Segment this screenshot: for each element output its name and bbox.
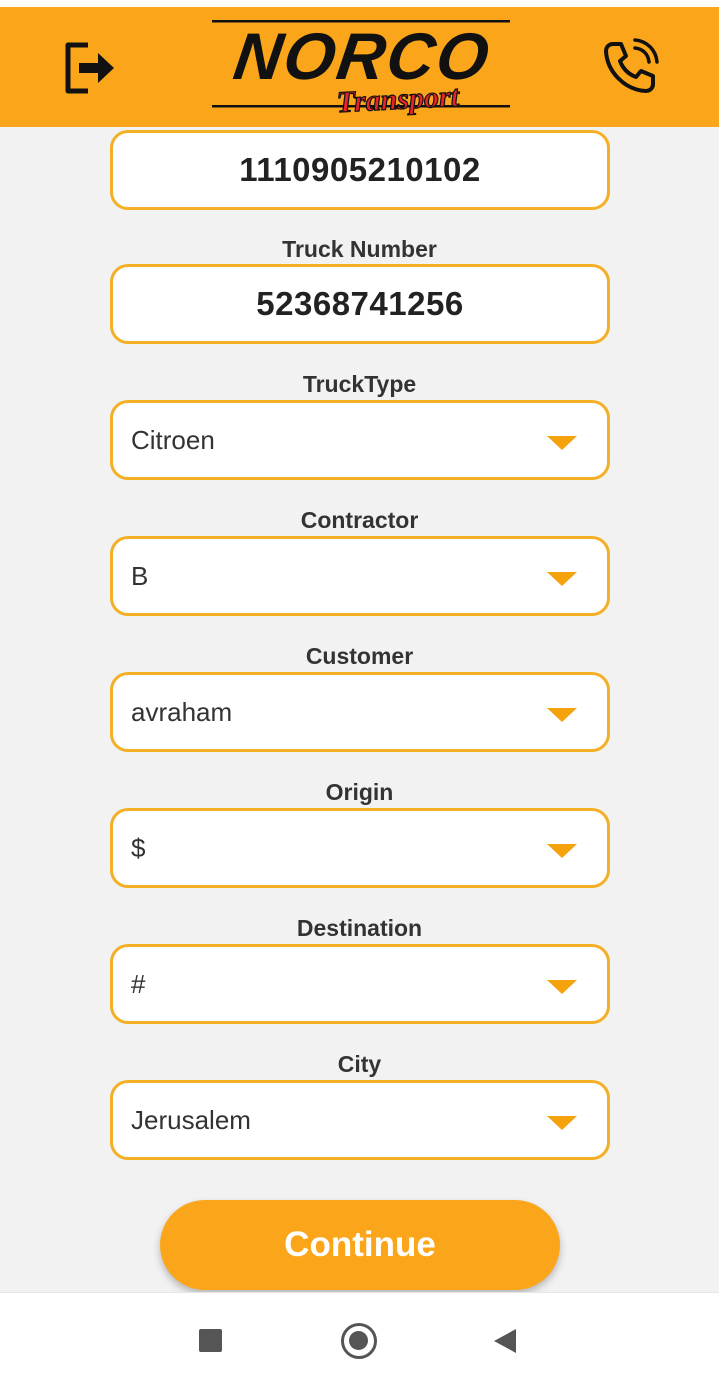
id-number-field[interactable]: 1110905210102 (110, 130, 610, 210)
chevron-down-icon (547, 980, 577, 994)
contractor-dropdown[interactable]: B (110, 536, 610, 616)
contractor-label: Contractor (300, 507, 419, 533)
norco-logo: NORCO Transport (208, 17, 512, 120)
customer-dropdown[interactable]: avraham (110, 672, 610, 752)
chevron-down-icon (547, 1116, 577, 1130)
system-nav-bar (0, 1292, 719, 1387)
call-button[interactable] (598, 35, 662, 99)
svg-text:Transport: Transport (336, 80, 461, 117)
destination-value: # (131, 968, 146, 999)
logout-button[interactable] (56, 35, 120, 99)
origin-dropdown[interactable]: $ (110, 808, 610, 888)
recents-icon[interactable] (199, 1329, 222, 1352)
truck-type-dropdown[interactable]: Citroen (110, 400, 610, 480)
chevron-down-icon (547, 436, 577, 450)
truck-number-value: 52368741256 (256, 285, 464, 322)
city-value: Jerusalem (131, 1104, 251, 1135)
truck-number-label: Truck Number (282, 236, 437, 262)
chevron-down-icon (547, 708, 577, 722)
id-number-value: 1110905210102 (239, 151, 481, 188)
origin-label: Origin (325, 779, 394, 805)
phone-icon (604, 38, 659, 93)
destination-label: Destination (296, 915, 423, 941)
destination-dropdown[interactable]: # (110, 944, 610, 1024)
customer-value: avraham (131, 696, 233, 727)
truck-type-label: TruckType (302, 371, 417, 397)
city-label: City (337, 1051, 382, 1077)
city-dropdown[interactable]: Jerusalem (110, 1080, 610, 1160)
logout-icon (65, 42, 114, 94)
contractor-value: B (131, 560, 149, 591)
chevron-down-icon (547, 844, 577, 858)
origin-value: $ (131, 832, 146, 863)
status-bar-strip (0, 0, 719, 7)
back-icon[interactable] (494, 1329, 516, 1353)
customer-label: Customer (305, 643, 414, 669)
truck-type-value: Citroen (131, 424, 215, 455)
continue-button[interactable]: Continue (160, 1200, 560, 1290)
home-icon[interactable] (341, 1323, 377, 1359)
app-header: NORCO Transport (0, 7, 719, 127)
truck-number-field[interactable]: 52368741256 (110, 264, 610, 344)
chevron-down-icon (547, 572, 577, 586)
